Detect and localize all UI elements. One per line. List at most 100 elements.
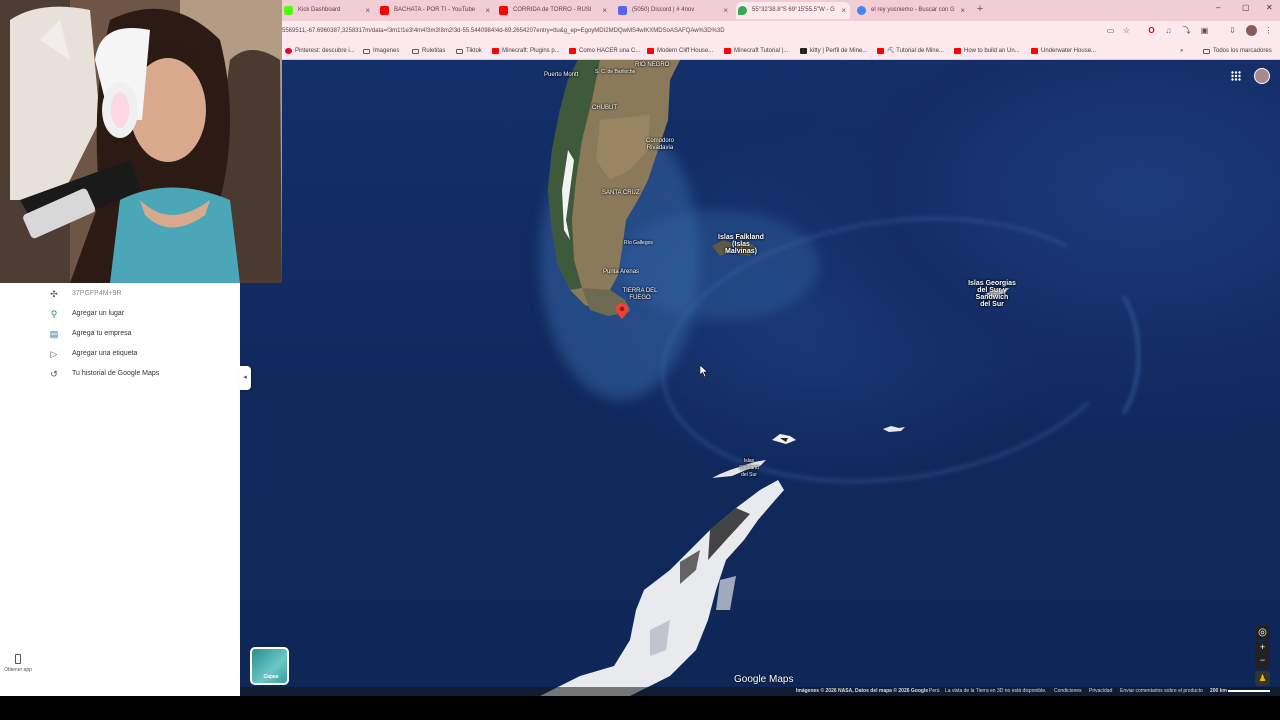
maps-side-panel: ✣ 37PGFP4M+9R ⚲ Agregar un lugar ▤ Agreg…: [0, 283, 240, 696]
feedback-link[interactable]: Enviar comentarios sobre el producto: [1120, 688, 1203, 694]
bookmark-folder-ruletitas[interactable]: Ruletitas: [412, 45, 445, 57]
bookmark-label: How to build an Un...: [964, 48, 1020, 54]
imagery-credit: Imágenes © 2026 NASA, Datos del mapa © 2…: [796, 688, 929, 694]
my-location-icon[interactable]: ◎: [1255, 625, 1270, 640]
bookmark-label: Tiktok: [466, 48, 482, 54]
streamer-webcam-image: [0, 0, 282, 283]
label-line: Islas Falkland: [718, 234, 764, 241]
south-orkney-islands: [883, 426, 905, 432]
bookmark-folder-imagenes[interactable]: Imagenes: [363, 45, 399, 57]
tab-label: 55°32'38.8"S 69°15'55.5"W - G: [752, 7, 835, 13]
profile-avatar-icon[interactable]: [1246, 25, 1257, 36]
minimize-button[interactable]: –: [1216, 3, 1220, 12]
folder-icon: [1203, 49, 1210, 54]
bookmark-minecraft-tutorial[interactable]: Minecraft Tutorial |...: [724, 45, 788, 57]
close-icon[interactable]: ×: [723, 2, 728, 19]
tab-youtube-bachata[interactable]: BACHATA - POR TI - YouTube ×: [378, 2, 494, 19]
history-icon: ↺: [50, 369, 58, 379]
label-line: Sandwich: [975, 294, 1009, 301]
terms-link[interactable]: Condiciones: [1054, 688, 1082, 694]
label-falkland-islands: Islas Falkland (Islas Malvinas): [716, 234, 766, 255]
puzzle-icon[interactable]: ▣: [1200, 26, 1209, 35]
tab-google-search[interactable]: el rey yusniemo - Buscar con G ×: [855, 2, 969, 19]
close-icon[interactable]: ×: [841, 2, 846, 19]
add-label-row[interactable]: ▷ Agregar una etiqueta: [44, 347, 234, 361]
tab-kick[interactable]: Kick Dashboard ×: [282, 2, 374, 19]
bookmark-label: Como HACER una C...: [579, 48, 641, 54]
bookmark-label: Underwater House...: [1041, 48, 1097, 54]
plus-code-text: 37PGFP4M+9R: [72, 290, 122, 297]
add-business-row[interactable]: ▤ Agrega tu empresa: [44, 327, 234, 341]
add-place-row[interactable]: ⚲ Agregar un lugar: [44, 307, 234, 321]
location-pin-icon[interactable]: [616, 303, 628, 319]
pegman-icon[interactable]: ♟: [1255, 671, 1270, 686]
install-app-icon[interactable]: ▭: [1106, 26, 1115, 35]
scale-label[interactable]: 200 km: [1210, 688, 1227, 694]
bookmark-underwater-house[interactable]: Underwater House...: [1031, 45, 1096, 57]
tab-youtube-corrida[interactable]: CORRIDA de TORRO - RUSI ×: [497, 2, 611, 19]
bookmark-modern-cliff[interactable]: Modern Cliff House...: [647, 45, 713, 57]
google-apps-icon[interactable]: [1231, 71, 1241, 81]
privacy-link[interactable]: Privacidad: [1089, 688, 1112, 694]
label-line: (Islas: [732, 241, 750, 248]
new-tab-button[interactable]: +: [974, 3, 986, 15]
google-maps-logo: Google Maps: [734, 674, 794, 685]
youtube-icon: [877, 48, 884, 54]
maps-history-row[interactable]: ↺ Tu historial de Google Maps: [44, 367, 234, 381]
satellite-map[interactable]: RIO NEGRO Puerto Montt S. C. de Bariloch…: [240, 60, 1280, 696]
all-bookmarks-folder[interactable]: Todos los marcadores: [1203, 45, 1272, 57]
get-app-label: Obtener app: [4, 667, 32, 673]
bookmark-how-to-build[interactable]: How to build an Un...: [954, 45, 1020, 57]
country-label[interactable]: Perú: [929, 688, 940, 694]
close-window-button[interactable]: ✕: [1266, 3, 1273, 12]
bookmark-pinterest[interactable]: Pinterest: descubre i...: [285, 45, 355, 57]
more-bookmarks-chevron-icon[interactable]: »: [1180, 45, 1183, 57]
bookmark-label: ⛏ Tutorial de Mine...: [887, 48, 944, 54]
bookmark-star-icon[interactable]: ☆: [1122, 26, 1131, 35]
tab-label: BACHATA - POR TI - YouTube: [394, 7, 476, 13]
youtube-icon: [569, 48, 576, 54]
add-place-text: Agregar un lugar: [72, 310, 125, 317]
close-icon[interactable]: ×: [365, 2, 370, 19]
label-punta-arenas: Punta Arenas: [603, 269, 640, 275]
label-rio-gallegos: Río Gallegos: [624, 240, 653, 246]
url-field[interactable]: 5569511,-67.6960387,3258317m/data=!3m1!1…: [282, 25, 1092, 38]
folder-icon: [363, 49, 370, 54]
close-icon[interactable]: ×: [485, 2, 490, 19]
folder-icon: [456, 49, 463, 54]
close-icon[interactable]: ×: [602, 2, 607, 19]
zoom-out-button[interactable]: −: [1255, 654, 1270, 667]
webcam-overlay: [0, 0, 282, 283]
youtube-icon: [954, 48, 961, 54]
maximize-button[interactable]: ▢: [1242, 3, 1250, 12]
menu-dots-icon[interactable]: ⋮: [1264, 26, 1273, 35]
tab-label: Kick Dashboard: [298, 7, 341, 13]
scale-bar: [1228, 690, 1270, 692]
bookmark-tutorial-mine[interactable]: ⛏ Tutorial de Mine...: [877, 45, 944, 57]
all-bookmarks-label: Todos los marcadores: [1213, 48, 1272, 54]
tab-google-maps[interactable]: 55°32'38.8"S 69°15'55.5"W - G ×: [736, 2, 850, 19]
download-icon[interactable]: ⇩: [1228, 26, 1237, 35]
zoom-controls: + −: [1255, 641, 1270, 669]
audio-icon[interactable]: ♫: [1164, 26, 1173, 35]
youtube-icon: [499, 6, 508, 15]
tab-discord[interactable]: (5050) Discord | # 4nov ×: [616, 2, 732, 19]
bookmark-como-hacer[interactable]: Como HACER una C...: [569, 45, 640, 57]
account-avatar[interactable]: [1254, 68, 1270, 84]
label-tierra-del-fuego: TIERRA DEL FUEGO: [622, 288, 658, 301]
add-place-icon: ⚲: [50, 309, 58, 319]
layers-label: Capas: [263, 674, 279, 680]
get-app-button[interactable]: Obtener app: [4, 654, 32, 673]
bookmark-minecraft-plugins[interactable]: Minecraft: Plugins p...: [492, 45, 560, 57]
extension-icon[interactable]: ⤵: [1182, 26, 1191, 35]
bookmark-folder-tiktok[interactable]: Tiktok: [456, 45, 482, 57]
bookmark-kitty[interactable]: kitty | Perfil de Mine...: [800, 45, 867, 57]
zoom-in-button[interactable]: +: [1255, 641, 1270, 654]
opera-icon[interactable]: O: [1147, 26, 1156, 35]
plus-code-row[interactable]: ✣ 37PGFP4M+9R: [44, 287, 234, 301]
youtube-icon: [724, 48, 731, 54]
label-line: del Sur y: [977, 287, 1007, 294]
close-icon[interactable]: ×: [960, 2, 965, 19]
layers-button[interactable]: Capas: [250, 647, 289, 685]
collapse-panel-button[interactable]: ◂: [239, 366, 251, 390]
